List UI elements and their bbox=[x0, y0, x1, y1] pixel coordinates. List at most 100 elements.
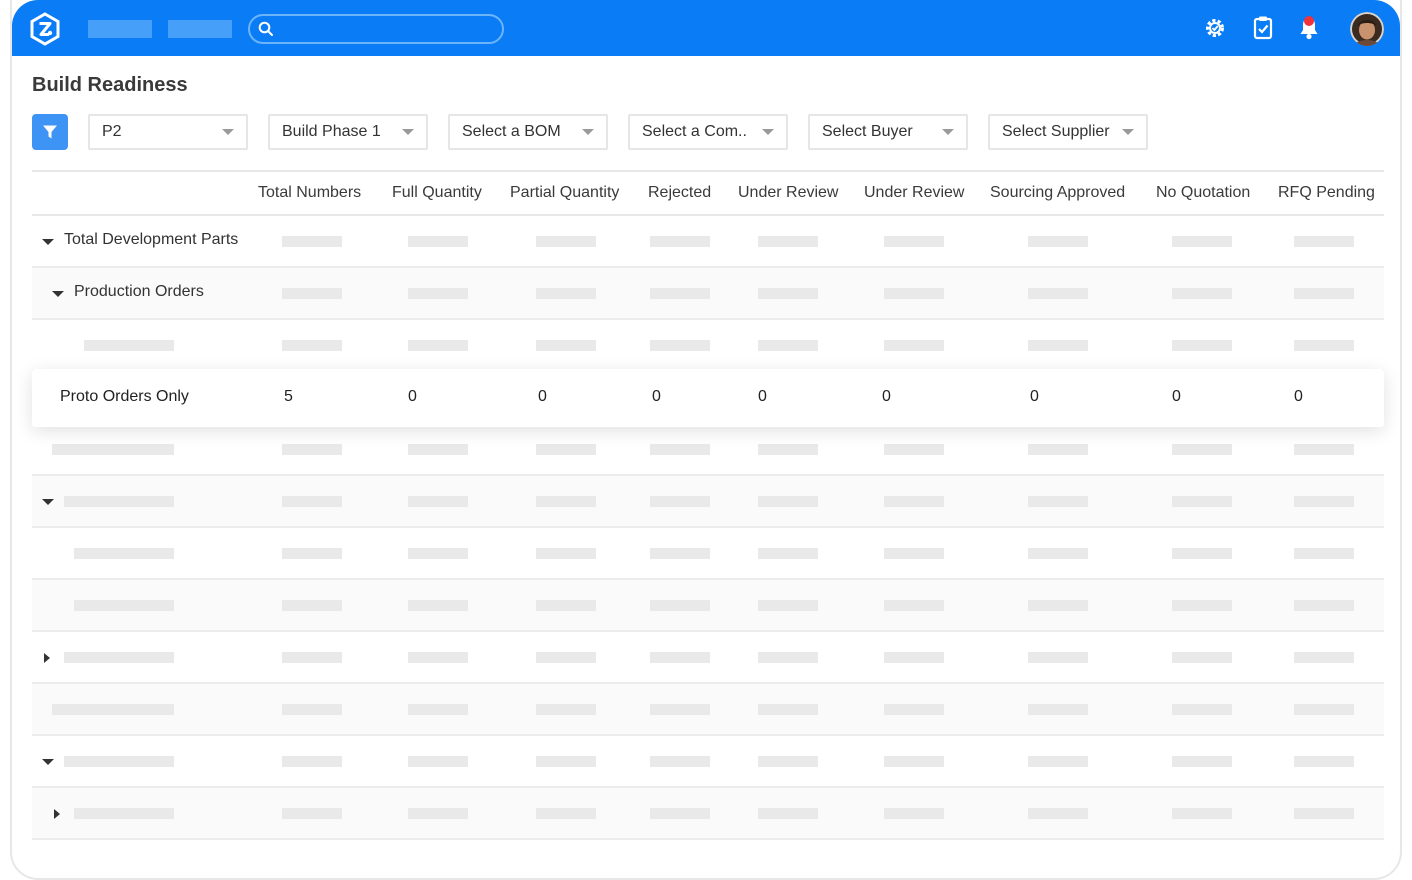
cell-placeholder bbox=[1172, 808, 1232, 819]
clipboard-check-icon[interactable] bbox=[1250, 14, 1276, 42]
cell-placeholder bbox=[650, 600, 710, 611]
cell-placeholder bbox=[408, 496, 468, 507]
caret-right-icon[interactable] bbox=[54, 809, 60, 819]
filter-button[interactable] bbox=[32, 114, 68, 150]
cell-placeholder bbox=[1172, 496, 1232, 507]
column-header[interactable]: No Quotation bbox=[1156, 184, 1250, 202]
cell-placeholder bbox=[1172, 548, 1232, 559]
cell-placeholder bbox=[1294, 600, 1354, 611]
table-row-highlighted[interactable]: Proto Orders Only 5 0 0 0 0 0 0 0 0 bbox=[32, 369, 1384, 427]
table-row[interactable] bbox=[32, 788, 1384, 840]
supplier-select[interactable]: Select Supplier bbox=[988, 114, 1148, 150]
row-label: Production Orders bbox=[74, 283, 204, 300]
label-placeholder bbox=[52, 444, 174, 455]
cell-placeholder bbox=[1028, 496, 1088, 507]
column-header[interactable]: Sourcing Approved bbox=[990, 184, 1125, 202]
nav-item-placeholder[interactable] bbox=[88, 20, 152, 38]
cell-placeholder bbox=[536, 496, 596, 507]
cell-placeholder bbox=[884, 548, 944, 559]
cell-rfq-pending: 0 bbox=[1294, 388, 1303, 405]
column-header[interactable]: RFQ Pending bbox=[1278, 184, 1375, 202]
commodity-select[interactable]: Select a Com.. bbox=[628, 114, 788, 150]
bom-select[interactable]: Select a BOM bbox=[448, 114, 608, 150]
cell-placeholder bbox=[1028, 340, 1088, 351]
select-value: Select a BOM bbox=[462, 123, 561, 140]
cell-placeholder bbox=[408, 236, 468, 247]
table-row[interactable] bbox=[32, 580, 1384, 632]
caret-down-icon[interactable] bbox=[42, 759, 54, 765]
cell-placeholder bbox=[650, 496, 710, 507]
app-window: Build Readiness P2 Build Phase 1 Select … bbox=[10, 0, 1402, 880]
cell-placeholder bbox=[758, 548, 818, 559]
select-value: Build Phase 1 bbox=[282, 123, 381, 140]
settings-gear-icon[interactable] bbox=[1202, 14, 1228, 42]
cell-placeholder bbox=[282, 652, 342, 663]
table-row[interactable] bbox=[32, 736, 1384, 788]
cell-placeholder bbox=[1294, 548, 1354, 559]
cell-under-review: 0 bbox=[882, 388, 891, 405]
cell-placeholder bbox=[650, 756, 710, 767]
caret-right-icon[interactable] bbox=[44, 653, 50, 663]
cell-placeholder bbox=[408, 808, 468, 819]
column-header[interactable]: Partial Quantity bbox=[510, 184, 619, 202]
cell-placeholder bbox=[1028, 548, 1088, 559]
cell-placeholder bbox=[282, 496, 342, 507]
cell-placeholder bbox=[1294, 236, 1354, 247]
label-placeholder bbox=[74, 548, 174, 559]
cell-placeholder bbox=[282, 236, 342, 247]
app-logo-icon[interactable] bbox=[28, 12, 62, 46]
search-icon bbox=[258, 21, 273, 36]
table-row[interactable] bbox=[32, 684, 1384, 736]
cell-placeholder bbox=[650, 704, 710, 715]
caret-down-icon[interactable] bbox=[42, 239, 54, 245]
search-box[interactable] bbox=[248, 14, 504, 44]
cell-placeholder bbox=[408, 756, 468, 767]
column-header[interactable]: Full Quantity bbox=[392, 184, 482, 202]
cell-total-numbers: 5 bbox=[284, 388, 293, 405]
caret-down-icon[interactable] bbox=[42, 499, 54, 505]
cell-placeholder bbox=[650, 444, 710, 455]
nav-item-placeholder[interactable] bbox=[168, 20, 232, 38]
caret-down-icon[interactable] bbox=[52, 291, 64, 297]
column-header[interactable]: Under Review bbox=[864, 184, 964, 202]
cell-placeholder bbox=[1028, 652, 1088, 663]
table-row[interactable] bbox=[32, 528, 1384, 580]
cell-placeholder bbox=[1028, 704, 1088, 715]
cell-placeholder bbox=[536, 600, 596, 611]
build-phase-select[interactable]: Build Phase 1 bbox=[268, 114, 428, 150]
cell-placeholder bbox=[282, 756, 342, 767]
avatar[interactable] bbox=[1350, 12, 1384, 46]
table-row[interactable]: Total Development Parts bbox=[32, 216, 1384, 268]
column-header[interactable]: Rejected bbox=[648, 184, 711, 202]
label-placeholder bbox=[74, 600, 174, 611]
cell-placeholder bbox=[536, 548, 596, 559]
cell-placeholder bbox=[1172, 600, 1232, 611]
cell-placeholder bbox=[758, 704, 818, 715]
buyer-select[interactable]: Select Buyer bbox=[808, 114, 968, 150]
cell-placeholder bbox=[1028, 756, 1088, 767]
cell-placeholder bbox=[1172, 288, 1232, 299]
cell-placeholder bbox=[536, 340, 596, 351]
cell-placeholder bbox=[758, 236, 818, 247]
table-row[interactable]: Production Orders bbox=[32, 268, 1384, 320]
table-row[interactable] bbox=[32, 632, 1384, 684]
cell-placeholder bbox=[536, 652, 596, 663]
cell-no-quotation: 0 bbox=[1172, 388, 1181, 405]
cell-placeholder bbox=[282, 548, 342, 559]
cell-placeholder bbox=[1172, 704, 1232, 715]
cell-placeholder bbox=[1294, 496, 1354, 507]
table-row[interactable] bbox=[32, 320, 1384, 372]
label-placeholder bbox=[52, 704, 174, 715]
top-navigation-bar bbox=[12, 0, 1400, 56]
cell-placeholder bbox=[1028, 600, 1088, 611]
table-row[interactable] bbox=[32, 424, 1384, 476]
column-header[interactable]: Under Review bbox=[738, 184, 838, 202]
phase-select[interactable]: P2 bbox=[88, 114, 248, 150]
cell-placeholder bbox=[408, 652, 468, 663]
search-input[interactable] bbox=[278, 21, 502, 37]
cell-placeholder bbox=[758, 496, 818, 507]
label-placeholder bbox=[74, 808, 174, 819]
cell-placeholder bbox=[1172, 340, 1232, 351]
column-header[interactable]: Total Numbers bbox=[258, 184, 361, 202]
table-row[interactable] bbox=[32, 476, 1384, 528]
